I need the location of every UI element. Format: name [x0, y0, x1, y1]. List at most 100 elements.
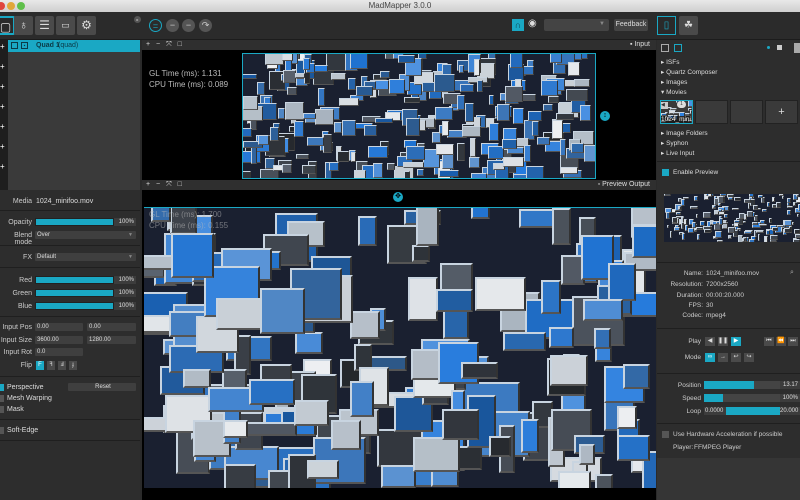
square-icon[interactable] — [777, 45, 782, 50]
magnet-icon[interactable]: ∩ — [512, 19, 524, 31]
fullscreen-icon[interactable]: □ — [174, 181, 182, 188]
zoom-out-icon[interactable]: − — [152, 181, 160, 188]
search-icon[interactable]: ⌕ — [790, 269, 794, 277]
light-icon[interactable]: ♁ — [14, 16, 33, 35]
tree-item-images[interactable]: ▸ Images — [661, 78, 687, 87]
play-button[interactable]: ▶ — [731, 337, 741, 346]
rotate-handle-icon[interactable]: ↕ — [600, 111, 610, 121]
speed-slider[interactable] — [704, 394, 780, 402]
tree-item-image-folders[interactable]: ▸ Image Folders — [661, 129, 708, 138]
gear-icon[interactable]: ⚙ — [77, 16, 96, 35]
hw-accel-checkbox[interactable] — [662, 431, 669, 438]
mask-checkbox[interactable] — [0, 406, 4, 413]
zoom-out-icon[interactable]: − — [152, 41, 160, 48]
input-checkbox[interactable]: ▪ Input — [630, 40, 650, 50]
green-value[interactable]: 100% — [114, 289, 136, 297]
list-view-icon[interactable] — [661, 44, 669, 52]
zoom-in-icon[interactable]: + — [142, 181, 150, 188]
loop-start-value[interactable]: 0.0000 — [704, 407, 726, 415]
bounce-mode-button[interactable]: ↩ — [731, 353, 741, 362]
output-video-frame[interactable] — [144, 207, 656, 488]
input-size-h-field[interactable]: 1280.00 — [87, 336, 136, 344]
reset-button[interactable]: Reset — [68, 383, 136, 391]
input-rot-field[interactable]: 0.0 — [35, 348, 83, 356]
add-media-button[interactable]: + — [765, 100, 798, 124]
loop-range-slider[interactable] — [726, 407, 780, 415]
distribute-icon[interactable]: = — [149, 19, 162, 32]
blue-slider[interactable] — [35, 302, 114, 310]
flip-none-button[interactable]: F — [36, 361, 44, 370]
play-small-icon[interactable]: ▸ — [134, 16, 141, 23]
position-slider[interactable] — [704, 381, 780, 389]
fit-icon[interactable]: ⤧ — [162, 181, 172, 188]
skip-end-button[interactable]: ⏭ — [788, 337, 798, 346]
media-library-icon[interactable]: ▯ — [657, 16, 676, 35]
position-value[interactable]: 13.17 — [780, 381, 800, 389]
flip-both-button[interactable]: ɟ — [69, 361, 77, 370]
empty-slot[interactable] — [695, 100, 728, 124]
tree-item-quartz[interactable]: ▸ Quartz Composer — [661, 68, 717, 77]
blue-value[interactable]: 100% — [114, 302, 136, 310]
flip-vertical-button[interactable]: Ⅎ — [58, 361, 66, 370]
maximize-button[interactable] — [17, 2, 25, 10]
loop-mode-button[interactable]: ∞ — [705, 353, 715, 362]
list-icon[interactable]: ☰ — [35, 16, 54, 35]
output-dropdown[interactable]: ▼ — [544, 19, 609, 31]
input-pos-y-field[interactable]: 0.00 — [87, 323, 136, 331]
perspective-checkbox[interactable] — [0, 384, 4, 391]
feedback-button[interactable]: Feedback — [614, 19, 648, 31]
input-size-w-field[interactable]: 3600.00 — [35, 336, 83, 344]
tree-item-isfs[interactable]: ▸ ISFs — [661, 58, 679, 67]
skip-start-button[interactable]: ⏮ — [764, 337, 774, 346]
flip-horizontal-button[interactable]: ꟻ — [47, 361, 55, 370]
zoom-in-icon[interactable]: + — [142, 41, 150, 48]
grid-view-icon[interactable] — [674, 44, 682, 52]
empty-slot[interactable] — [730, 100, 763, 124]
add-line-icon[interactable]: + — [0, 62, 8, 82]
blend-mode-select[interactable]: Over ▼ — [35, 231, 136, 239]
add-3d-icon[interactable]: + — [0, 162, 8, 182]
fx-select[interactable]: Default ▼ — [35, 253, 136, 261]
tree-item-syphon[interactable]: ▸ Syphon — [661, 139, 688, 148]
scrollbar[interactable] — [794, 43, 800, 53]
materials-icon[interactable]: ☘ — [679, 16, 698, 35]
green-slider[interactable] — [35, 289, 114, 297]
red-slider[interactable] — [35, 276, 114, 284]
add-quad-icon[interactable]: + — [0, 42, 8, 62]
pause-button[interactable]: ❚❚ — [718, 337, 728, 346]
stop-mode-button[interactable]: ↪ — [744, 353, 754, 362]
layer-row[interactable]: ▪ Quad 1 (quad) — [8, 40, 140, 52]
tree-item-movies[interactable]: ▾ Movies — [661, 88, 687, 97]
surfaces-icon[interactable]: ▢ — [0, 16, 15, 35]
input-video-frame[interactable] — [242, 53, 596, 179]
enable-preview-checkbox[interactable] — [662, 169, 669, 176]
align-top-icon[interactable]: − — [166, 19, 179, 32]
opacity-slider[interactable] — [35, 218, 114, 226]
move-handle-icon[interactable]: ✥ — [393, 192, 403, 202]
input-pos-x-field[interactable]: 0.00 — [35, 323, 83, 331]
visibility-checkbox[interactable] — [11, 42, 18, 49]
tree-item-live-input[interactable]: ▸ Live Input — [661, 149, 694, 158]
fullscreen-icon[interactable]: □ — [174, 41, 182, 48]
eye-icon[interactable]: ◉ — [528, 18, 537, 29]
add-circle-icon[interactable]: + — [0, 102, 8, 122]
close-button[interactable] — [0, 2, 5, 10]
play-reverse-button[interactable]: ◀ — [705, 337, 715, 346]
loop-end-value[interactable]: 20.000 — [780, 407, 800, 415]
rotate-icon[interactable]: ↷ — [199, 19, 212, 32]
soft-edge-checkbox[interactable] — [0, 427, 4, 434]
preview-output-checkbox[interactable]: ▫ Preview Output — [598, 180, 650, 190]
speed-value[interactable]: 100% — [780, 394, 800, 402]
add-mask-icon[interactable]: + — [0, 142, 8, 162]
add-mesh-icon[interactable]: + — [0, 122, 8, 142]
step-back-button[interactable]: ⏪ — [776, 337, 786, 346]
minimize-button[interactable] — [7, 2, 15, 10]
fit-icon[interactable]: ⤧ — [162, 41, 172, 48]
red-value[interactable]: 100% — [114, 276, 136, 284]
lock-icon[interactable]: ▪ — [21, 42, 28, 49]
once-mode-button[interactable]: → — [718, 353, 728, 362]
projector-icon[interactable]: ▭ — [56, 16, 75, 35]
add-triangle-icon[interactable]: + — [0, 82, 8, 102]
align-bottom-icon[interactable]: − — [182, 19, 195, 32]
opacity-value[interactable]: 100% — [114, 218, 136, 226]
